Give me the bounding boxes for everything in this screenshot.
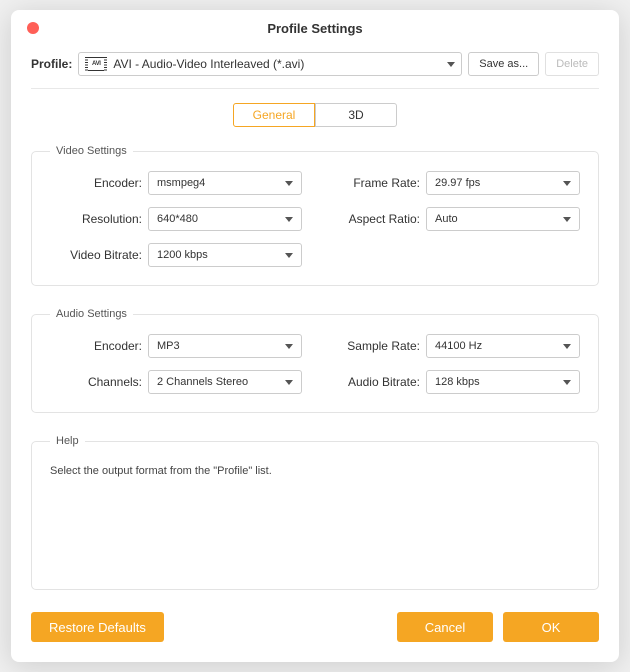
aspect-ratio-label: Aspect Ratio:	[328, 212, 420, 226]
delete-button: Delete	[545, 52, 599, 76]
chevron-down-icon	[563, 344, 571, 349]
tab-3d[interactable]: 3D	[315, 103, 397, 127]
video-encoder-label: Encoder:	[50, 176, 142, 190]
help-legend: Help	[50, 435, 85, 447]
profile-select-value: AVI - Audio-Video Interleaved (*.avi)	[113, 57, 441, 71]
video-settings-legend: Video Settings	[50, 145, 133, 157]
audio-settings-legend: Audio Settings	[50, 308, 133, 320]
audio-bitrate-label: Audio Bitrate:	[328, 375, 420, 389]
chevron-down-icon	[285, 380, 293, 385]
frame-rate-label: Frame Rate:	[328, 176, 420, 190]
audio-encoder-select[interactable]: MP3	[148, 334, 302, 358]
window-title: Profile Settings	[11, 21, 619, 36]
tabs: General 3D	[31, 103, 599, 127]
chevron-down-icon	[285, 181, 293, 186]
chevron-down-icon	[447, 62, 455, 67]
profile-select[interactable]: AVI AVI - Audio-Video Interleaved (*.avi…	[78, 52, 462, 76]
chevron-down-icon	[285, 344, 293, 349]
channels-label: Channels:	[50, 375, 142, 389]
help-text: Select the output format from the "Profi…	[50, 461, 580, 571]
profile-row: Profile: AVI AVI - Audio-Video Interleav…	[31, 46, 599, 89]
aspect-ratio-select[interactable]: Auto	[426, 207, 580, 231]
resolution-label: Resolution:	[50, 212, 142, 226]
tab-general[interactable]: General	[233, 103, 315, 127]
chevron-down-icon	[285, 253, 293, 258]
avi-icon: AVI	[85, 57, 107, 71]
chevron-down-icon	[563, 181, 571, 186]
video-settings-group: Video Settings Encoder: msmpeg4 Frame Ra…	[31, 145, 599, 286]
audio-bitrate-select[interactable]: 128 kbps	[426, 370, 580, 394]
resolution-select[interactable]: 640*480	[148, 207, 302, 231]
video-bitrate-select[interactable]: 1200 kbps	[148, 243, 302, 267]
video-encoder-select[interactable]: msmpeg4	[148, 171, 302, 195]
profile-label: Profile:	[31, 57, 72, 71]
sample-rate-label: Sample Rate:	[328, 339, 420, 353]
save-as-button[interactable]: Save as...	[468, 52, 539, 76]
channels-select[interactable]: 2 Channels Stereo	[148, 370, 302, 394]
sample-rate-select[interactable]: 44100 Hz	[426, 334, 580, 358]
help-group: Help Select the output format from the "…	[31, 435, 599, 590]
chevron-down-icon	[563, 217, 571, 222]
frame-rate-select[interactable]: 29.97 fps	[426, 171, 580, 195]
audio-encoder-label: Encoder:	[50, 339, 142, 353]
bottom-button-row: Restore Defaults Cancel OK	[31, 612, 599, 642]
cancel-button[interactable]: Cancel	[397, 612, 493, 642]
chevron-down-icon	[563, 380, 571, 385]
audio-settings-group: Audio Settings Encoder: MP3 Sample Rate:…	[31, 308, 599, 413]
chevron-down-icon	[285, 217, 293, 222]
ok-button[interactable]: OK	[503, 612, 599, 642]
profile-settings-window: Profile Settings Profile: AVI AVI - Audi…	[11, 10, 619, 662]
video-bitrate-label: Video Bitrate:	[50, 248, 142, 262]
restore-defaults-button[interactable]: Restore Defaults	[31, 612, 164, 642]
titlebar: Profile Settings	[11, 10, 619, 46]
